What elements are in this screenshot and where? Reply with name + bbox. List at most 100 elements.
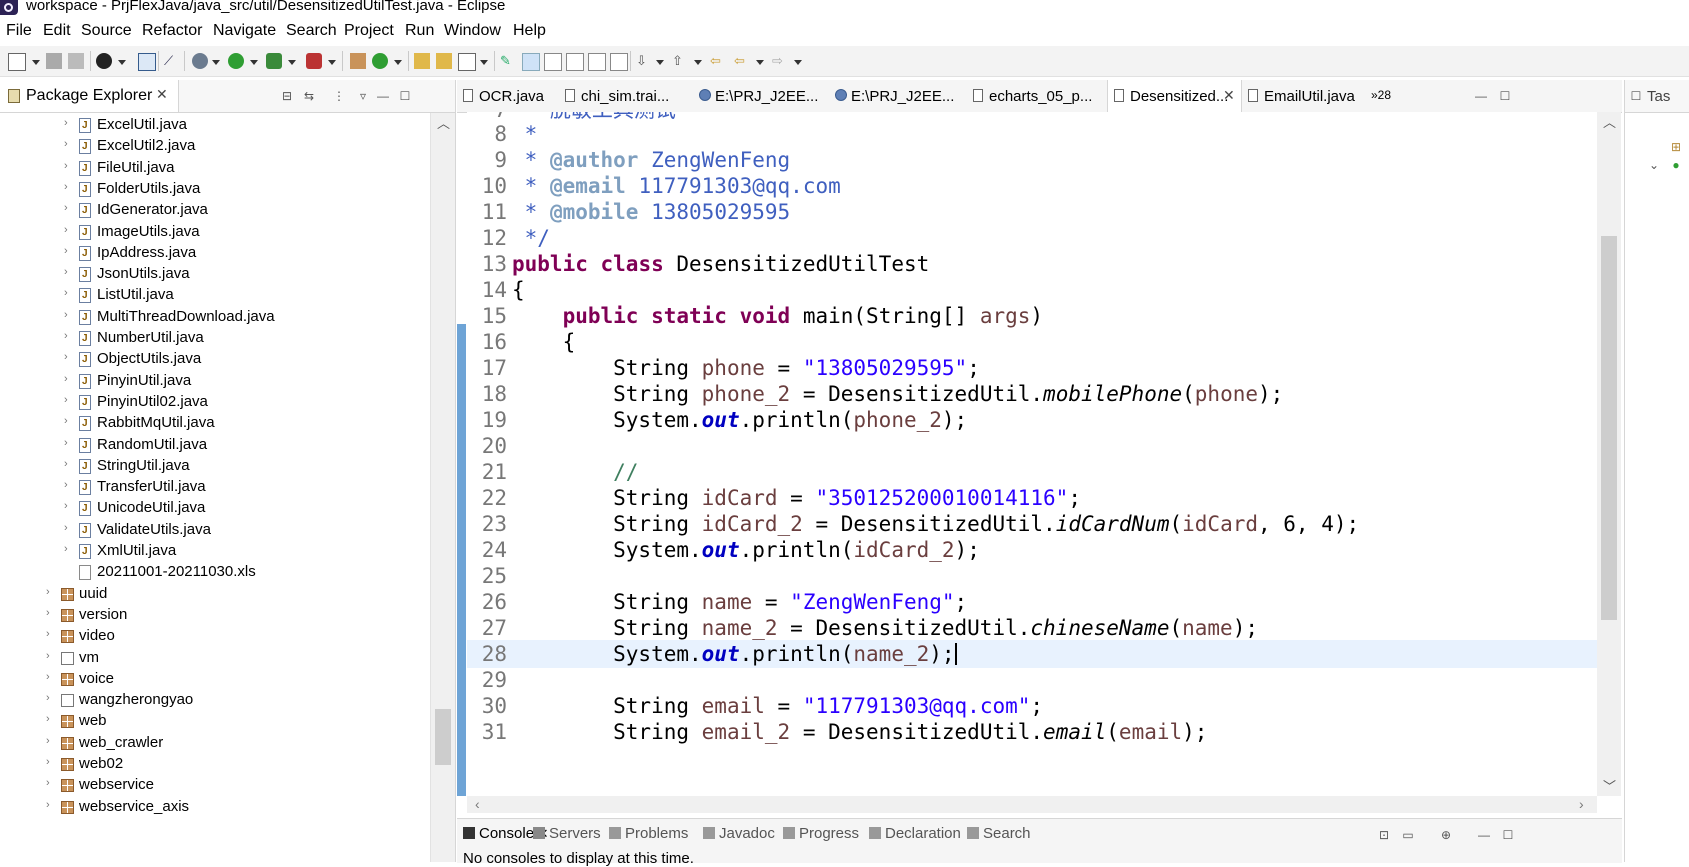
chevron-right-icon[interactable]: › (64, 458, 68, 470)
tab-problems[interactable]: Problems (609, 825, 688, 842)
maximize-icon[interactable]: ☐ (1501, 828, 1515, 842)
tree-item[interactable]: › wangzherongyao (0, 689, 430, 712)
editor-tab[interactable]: echarts_05_p... (967, 80, 1105, 112)
tree-item[interactable]: › ExcelUtil.java (0, 114, 430, 137)
task-list-title[interactable]: Tas (1647, 88, 1670, 105)
chevron-right-icon[interactable]: › (64, 415, 68, 427)
menu-navigate[interactable]: Navigate (213, 22, 276, 40)
filter-icon[interactable]: ⋮ (332, 89, 346, 103)
tree-item[interactable]: › TransferUtil.java (0, 476, 430, 499)
new-icon[interactable] (8, 53, 26, 71)
next-annotation-dropdown-icon[interactable] (656, 60, 664, 65)
view-menu-icon[interactable]: ▿ (356, 89, 370, 103)
tree-item[interactable]: › voice (0, 668, 430, 691)
chevron-right-icon[interactable]: › (64, 330, 68, 342)
coverage-dropdown-icon[interactable] (328, 60, 336, 65)
tree-item[interactable]: › webservice_axis (0, 796, 430, 819)
menu-refactor[interactable]: Refactor (142, 22, 202, 40)
scrollbar-thumb[interactable] (435, 709, 451, 765)
menu-source[interactable]: Source (81, 22, 132, 40)
debug-icon[interactable] (192, 53, 208, 69)
annotation-icon[interactable]: ✎ (500, 53, 516, 69)
forward-dropdown-icon[interactable] (794, 60, 802, 65)
tree-item[interactable]: › NumberUtil.java (0, 327, 430, 350)
chevron-right-icon[interactable]: › (64, 522, 68, 534)
skip-breakpoints-icon[interactable]: ⟋ (164, 53, 180, 69)
tree-item[interactable]: › StringUtil.java (0, 455, 430, 478)
package-explorer-scrollbar[interactable]: ︿ (430, 113, 455, 862)
chevron-right-icon[interactable]: › (64, 373, 68, 385)
scrollbar-thumb[interactable] (1601, 236, 1617, 620)
chevron-right-icon[interactable]: › (64, 479, 68, 491)
search-dropdown-icon[interactable] (480, 60, 488, 65)
tree-item[interactable]: › ValidateUtils.java (0, 519, 430, 542)
prev-annotation-dropdown-icon[interactable] (694, 60, 702, 65)
chevron-right-icon[interactable]: › (64, 245, 68, 257)
chevron-right-icon[interactable]: › (64, 437, 68, 449)
chevron-right-icon[interactable]: › (46, 735, 50, 747)
tab-declaration[interactable]: Declaration (869, 825, 961, 842)
chevron-right-icon[interactable]: › (46, 713, 50, 725)
menu-edit[interactable]: Edit (43, 22, 71, 40)
scroll-left-icon[interactable]: ‹ (475, 796, 480, 812)
editor-tab[interactable]: chi_sim.trai... (559, 80, 691, 112)
chevron-right-icon[interactable]: › (64, 287, 68, 299)
tree-item[interactable]: › PinyinUtil.java (0, 370, 430, 393)
profile-icon[interactable] (96, 53, 112, 69)
tree-item[interactable]: › RandomUtil.java (0, 434, 430, 457)
back-dropdown-icon[interactable] (756, 60, 764, 65)
chevron-right-icon[interactable]: › (46, 650, 50, 662)
chevron-right-icon[interactable]: › (46, 628, 50, 640)
new-class-icon[interactable] (372, 53, 388, 69)
chevron-right-icon[interactable]: › (46, 799, 50, 811)
tab-search[interactable]: Search (967, 825, 1031, 842)
tree-item[interactable]: › IpAddress.java (0, 242, 430, 265)
chevron-right-icon[interactable]: › (64, 138, 68, 150)
tree-item[interactable]: › ExcelUtil2.java (0, 135, 430, 158)
tab-javadoc[interactable]: Javadoc (703, 825, 775, 842)
run-external-icon[interactable] (266, 53, 282, 69)
chevron-right-icon[interactable]: › (64, 224, 68, 236)
menu-run[interactable]: Run (405, 22, 434, 40)
menu-window[interactable]: Window (444, 22, 501, 40)
open-console-icon[interactable]: ⊕ (1439, 828, 1453, 842)
chevron-right-icon[interactable]: › (46, 777, 50, 789)
tree-item[interactable]: › web (0, 710, 430, 733)
prev-annotation-icon[interactable]: ⇧ (672, 53, 688, 69)
tree-item[interactable]: › FileUtil.java (0, 157, 430, 180)
tree-item[interactable]: › XmlUtil.java (0, 540, 430, 563)
external-dropdown-icon[interactable] (288, 60, 296, 65)
profile-dropdown-icon[interactable] (118, 60, 126, 65)
chevron-right-icon[interactable]: › (46, 586, 50, 598)
new-package-icon[interactable] (350, 53, 366, 69)
block-selection-icon[interactable] (544, 53, 562, 71)
maximize-icon[interactable]: ☐ (398, 89, 412, 103)
chevron-right-icon[interactable]: › (64, 181, 68, 193)
editor-tab[interactable]: »28 (1367, 80, 1407, 112)
menu-file[interactable]: File (6, 22, 32, 40)
open-task-icon[interactable] (436, 53, 452, 69)
open-type-icon[interactable] (414, 53, 430, 69)
next-annotation-icon[interactable]: ⇩ (636, 53, 652, 69)
chevron-right-icon[interactable]: › (64, 543, 68, 555)
chevron-right-icon[interactable]: › (64, 500, 68, 512)
minimize-icon[interactable]: — (376, 89, 390, 103)
tree-item[interactable]: › video (0, 625, 430, 648)
coverage-icon[interactable] (306, 53, 322, 69)
collapse-all-icon[interactable]: ⊟ (280, 89, 294, 103)
tree-item[interactable]: › IdGenerator.java (0, 199, 430, 222)
tree-item[interactable]: › web02 (0, 753, 430, 776)
tab-servers[interactable]: Servers (533, 825, 601, 842)
whitespace-icon[interactable] (588, 53, 606, 71)
code-editor[interactable]: 7 * 脱敏工具测试 8 * 9 * @author ZengWenFeng 1… (467, 112, 1597, 796)
editor-vertical-scrollbar[interactable]: ︿ ﹀ (1597, 112, 1621, 796)
tree-item[interactable]: 20211001-20211030.xls (0, 561, 430, 584)
new-class-dropdown-icon[interactable] (394, 60, 402, 65)
tree-item[interactable]: › web_crawler (0, 732, 430, 755)
toggle-mark-occurrences-icon[interactable] (522, 53, 540, 71)
tree-item[interactable]: › ImageUtils.java (0, 221, 430, 244)
run-dropdown-icon[interactable] (250, 60, 258, 65)
link-with-editor-icon[interactable]: ⇆ (302, 89, 316, 103)
display-console-icon[interactable]: ▭ (1401, 828, 1415, 842)
chevron-right-icon[interactable]: › (64, 394, 68, 406)
